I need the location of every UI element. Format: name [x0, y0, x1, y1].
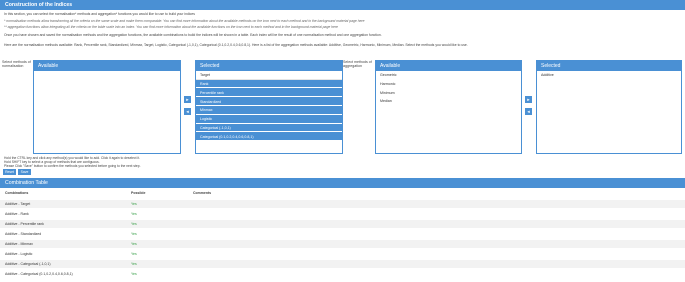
intro-line-1: In this section, you can select the norm…: [4, 12, 195, 16]
cell-combination: Additive - Categorical (0.1,0.2,0.4,0.6,…: [5, 272, 73, 277]
save-button[interactable]: Save: [18, 169, 31, 175]
arrow-right-icon: ►: [526, 97, 531, 102]
cell-combination: Additive - Minmax: [5, 242, 33, 247]
table-row: Additive - Percentile rank Yes: [0, 220, 685, 229]
arrow-right-icon: ►: [185, 97, 190, 102]
cell-combination: Additive - Target: [5, 202, 31, 207]
cell-combination: Additive - Percentile rank: [5, 222, 44, 227]
normalisation-selected-item[interactable]: Categorical (-1,0,1): [196, 123, 342, 133]
cell-combination: Additive - Rank: [5, 212, 29, 217]
aggregation-selected-item[interactable]: Additive: [537, 71, 681, 80]
arrow-left-icon: ◄: [185, 109, 190, 114]
move-left-button[interactable]: ◄: [184, 108, 191, 115]
normalisation-available-list[interactable]: Available: [33, 60, 181, 154]
cell-possible: Yes: [131, 252, 137, 257]
col-header-possible: Possible: [131, 191, 146, 196]
agg-move-right-button[interactable]: ►: [525, 96, 532, 103]
normalisation-side-label: Select methods of normalisation: [2, 60, 31, 69]
intro-line-5: Here are the normalisation methods avail…: [4, 43, 468, 47]
normalisation-selected-item[interactable]: Categorical (0.1,0.2,0.4,0.6,0.8,1): [196, 132, 342, 142]
table-row: Additive - Target Yes: [0, 200, 685, 209]
cell-possible: Yes: [131, 242, 137, 247]
aggregation-available-list[interactable]: Available Geometric Harmonic Minimum Med…: [375, 60, 522, 154]
table-row: Additive - Minmax Yes: [0, 240, 685, 249]
section-title: Construction of the Indices: [5, 2, 73, 8]
table-row: Additive - Logistic Yes: [0, 250, 685, 258]
table-row: Additive - Standardized Yes: [0, 230, 685, 238]
move-right-button[interactable]: ►: [184, 96, 191, 103]
aggregation-available-item[interactable]: Geometric: [376, 71, 521, 80]
cell-possible: Yes: [131, 202, 137, 207]
combination-table-title: Combination Table: [5, 180, 48, 186]
normalisation-selected-item[interactable]: Target: [196, 71, 342, 80]
normalisation-selected-item[interactable]: Logistic: [196, 114, 342, 124]
aggregation-available-item[interactable]: Median: [376, 97, 521, 106]
table-row: Additive - Categorical (-1,0,1) Yes: [0, 260, 685, 269]
aggregation-selected-title: Selected: [537, 61, 681, 71]
col-header-comments: Comments: [193, 191, 212, 196]
col-header-combinations: Combinations: [5, 191, 29, 196]
table-row: Additive - Categorical (0.1,0.2,0.4,0.6,…: [0, 270, 685, 278]
reset-button[interactable]: Reset: [3, 169, 16, 175]
aggregation-available-title: Available: [376, 61, 521, 71]
table-row: Additive - Rank Yes: [0, 210, 685, 218]
normalisation-selected-item[interactable]: Rank: [196, 79, 342, 89]
aggregation-side-label: Select methods of aggregation: [343, 60, 372, 69]
normalisation-selected-item[interactable]: Percentile rank: [196, 88, 342, 98]
normalisation-selected-list[interactable]: Selected Target Rank Percentile rank Sta…: [195, 60, 343, 154]
cell-combination: Additive - Standardized: [5, 232, 42, 237]
aggregation-available-item[interactable]: Minimum: [376, 88, 521, 97]
cell-combination: Additive - Categorical (-1,0,1): [5, 262, 51, 267]
arrow-left-icon: ◄: [526, 109, 531, 114]
intro-line-4: Once you have chosen and saved the norma…: [4, 33, 382, 37]
cell-possible: Yes: [131, 212, 137, 217]
cell-possible: Yes: [131, 272, 137, 277]
cell-possible: Yes: [131, 262, 137, 267]
combination-table-header: Combination Table: [0, 178, 685, 188]
normalisation-selected-title: Selected: [196, 61, 342, 71]
cell-combination: Additive - Logistic: [5, 252, 33, 257]
normalisation-selected-item[interactable]: Standardized: [196, 97, 342, 106]
hint-line-3: Please Click "Save" button to confirm th…: [4, 164, 141, 168]
normalisation-available-title: Available: [34, 61, 180, 71]
agg-move-left-button[interactable]: ◄: [525, 108, 532, 115]
table-header-row: Combinations Possible Comments: [0, 189, 685, 197]
normalisation-selected-item[interactable]: Minmax: [196, 105, 342, 115]
cell-possible: Yes: [131, 222, 137, 227]
section-header: Construction of the Indices: [0, 0, 685, 10]
aggregation-available-item[interactable]: Harmonic: [376, 80, 521, 89]
aggregation-selected-list[interactable]: Selected Additive: [536, 60, 682, 154]
intro-line-2: * normalisation methods allow transformi…: [4, 19, 365, 23]
cell-possible: Yes: [131, 232, 137, 237]
intro-line-3: ** aggregation functions allow integrati…: [4, 25, 338, 29]
